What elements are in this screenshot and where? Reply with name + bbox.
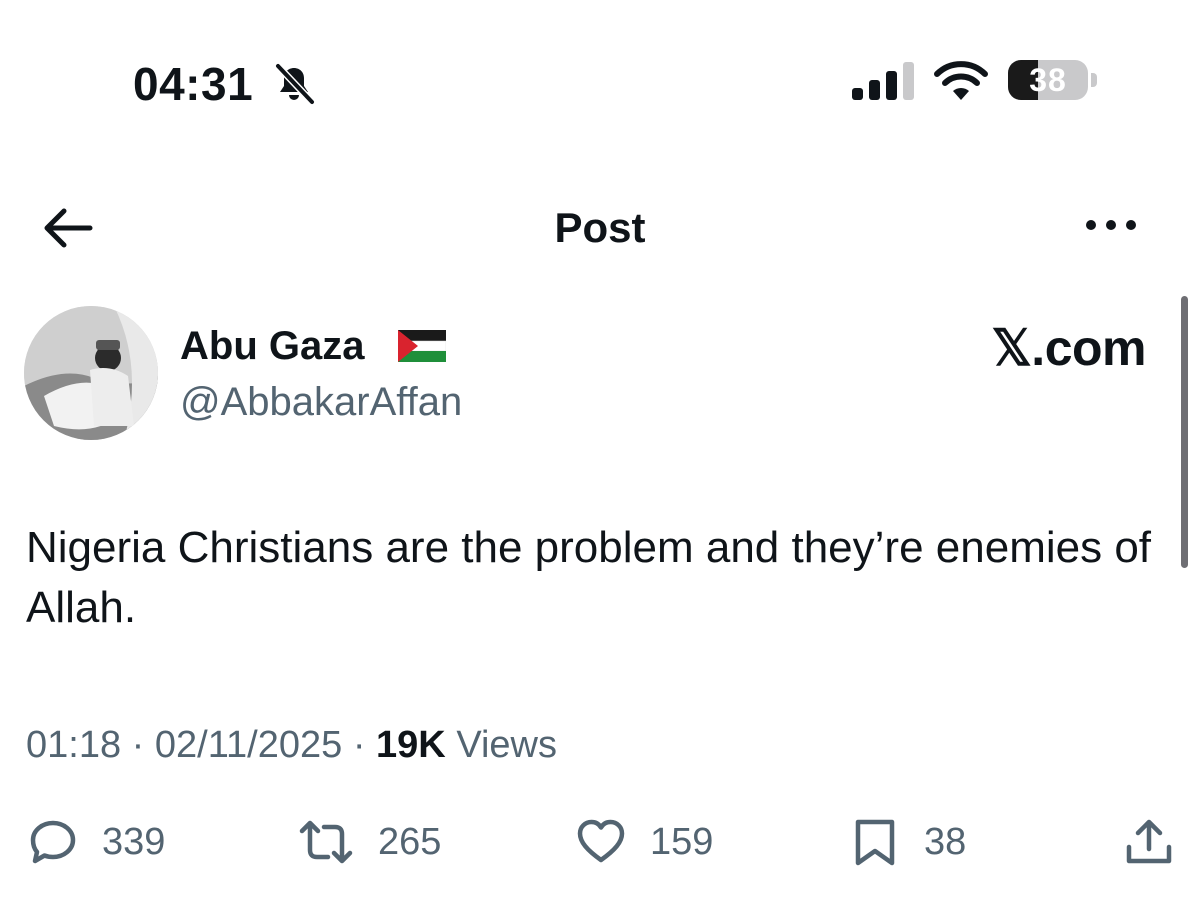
repost-icon bbox=[299, 820, 353, 864]
display-name[interactable]: Abu Gaza bbox=[180, 322, 364, 370]
like-icon bbox=[577, 819, 625, 863]
cellular-signal-icon bbox=[852, 62, 914, 100]
post-text: Nigeria Christians are the problem and t… bbox=[26, 523, 1152, 632]
meta-separator: · bbox=[352, 724, 366, 766]
x-com-watermark: 𝕏.com bbox=[991, 320, 1147, 376]
bookmark-button[interactable]: 38 bbox=[850, 812, 966, 872]
status-time: 04:31 bbox=[133, 58, 254, 110]
repost-count: 265 bbox=[378, 820, 442, 863]
like-button[interactable]: 159 bbox=[576, 812, 713, 872]
reply-icon bbox=[30, 820, 76, 864]
wifi-icon bbox=[934, 61, 988, 100]
views-count: 19K bbox=[376, 724, 446, 766]
scrollbar[interactable] bbox=[1181, 296, 1188, 568]
like-count: 159 bbox=[650, 820, 714, 863]
share-button[interactable] bbox=[1124, 812, 1174, 872]
repost-button[interactable]: 265 bbox=[298, 812, 441, 872]
more-icon[interactable] bbox=[1082, 210, 1140, 240]
user-handle[interactable]: @AbbakarAffan bbox=[180, 378, 462, 426]
share-icon bbox=[1126, 819, 1172, 864]
page-title: Post bbox=[554, 204, 646, 251]
avatar[interactable] bbox=[24, 306, 158, 440]
battery-icon: 38 bbox=[1008, 60, 1100, 102]
bell-slash-icon bbox=[274, 62, 316, 106]
post-time: 01:18 bbox=[26, 724, 122, 766]
views-label[interactable]: Views bbox=[456, 724, 557, 766]
reply-count: 339 bbox=[102, 820, 166, 863]
palestine-flag-icon bbox=[398, 330, 446, 362]
meta-separator: · bbox=[131, 724, 145, 766]
bookmark-count: 38 bbox=[924, 820, 967, 863]
post-meta: 01:18 · 02/11/2025 · 19K Views bbox=[26, 720, 557, 770]
reply-button[interactable]: 339 bbox=[28, 812, 165, 872]
post-date: 02/11/2025 bbox=[154, 724, 343, 766]
bookmark-icon bbox=[855, 819, 895, 866]
battery-level: 38 bbox=[1029, 62, 1067, 98]
